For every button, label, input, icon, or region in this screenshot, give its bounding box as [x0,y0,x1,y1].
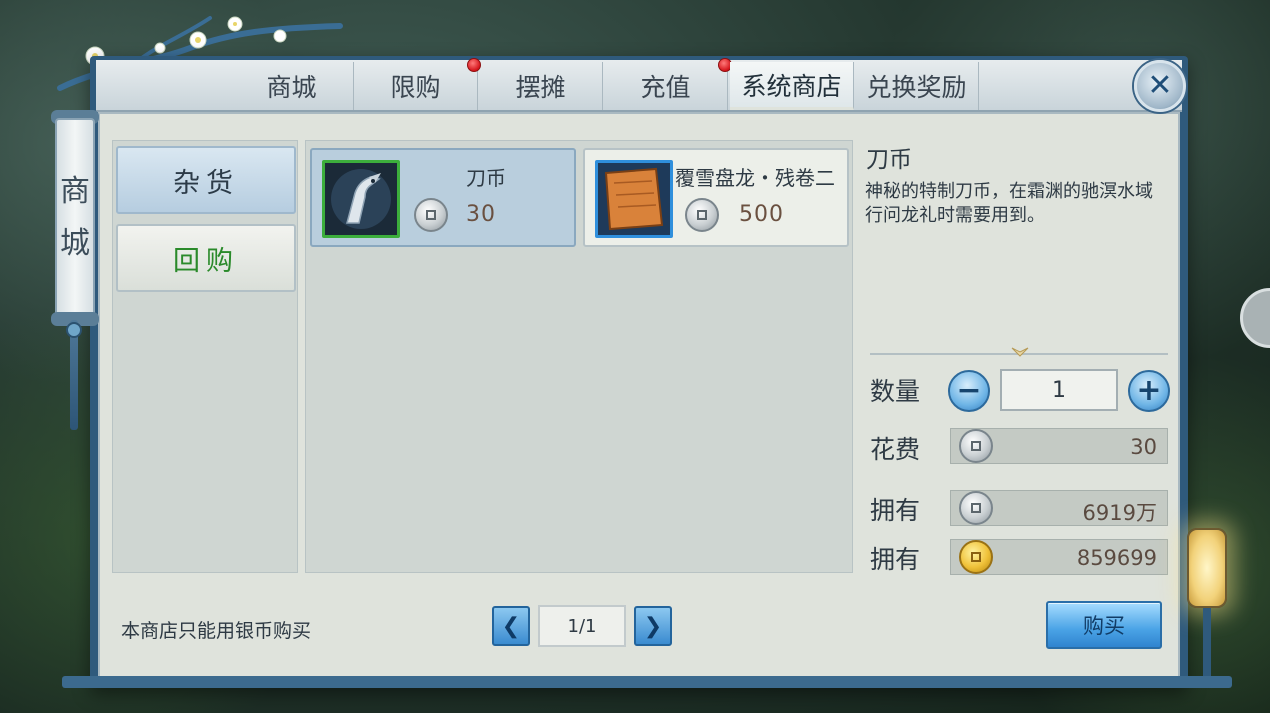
tab-system-shop[interactable]: 系统商店 [730,62,854,110]
silver-coin-icon [959,429,993,463]
close-icon: ✕ [1147,68,1173,103]
tab-mall[interactable]: 商城 [230,62,354,110]
page-indicator: 1/1 [538,605,626,647]
item-name: 覆雪盘龙・残卷二 [675,166,835,190]
item-price: 30 [466,202,496,227]
shop-title-char-1: 商 [60,174,90,209]
item-price: 500 [739,202,784,227]
shop-title-char-2: 城 [60,226,90,261]
silver-coin-icon [685,198,719,232]
lantern-decoration [1187,528,1227,608]
chevron-right-icon: ❯ [643,613,663,639]
gold-coin-icon [959,540,993,574]
quantity-label: 数量 [870,377,921,406]
scroll-bead [66,322,82,338]
shop-scroll-title: 商 城 [55,118,95,318]
next-page-button[interactable]: ❯ [634,606,672,646]
currency-note: 本商店只能用银币购买 [121,620,312,642]
detail-title: 刀币 [866,147,912,173]
chevron-left-icon: ❮ [501,613,521,639]
owned-silver-box: 6919万 [950,490,1168,526]
buy-button[interactable]: 购买 [1046,601,1162,649]
silver-coin-icon [414,198,448,232]
silver-coin-icon [959,491,993,525]
scroll-item-icon [595,160,673,238]
cost-value-box: 30 [950,428,1168,464]
item-name: 刀币 [466,166,506,190]
tab-recharge[interactable]: 充值 [604,62,728,110]
detail-description: 神秘的特制刀币，在霜渊的驰溟水域行问龙礼时需要用到。 [865,181,1153,226]
prev-page-button[interactable]: ❮ [492,606,530,646]
owned-silver-value: 6919万 [1082,501,1157,525]
owned-gold-box: 859699 [950,539,1168,575]
owned-silver-label: 拥有 [870,496,921,525]
category-buyback[interactable]: 回购 [116,224,296,292]
decrease-quantity-button[interactable]: − [948,370,990,412]
item-card-dao-coin[interactable]: 刀币 30 [310,148,576,247]
owned-gold-value: 859699 [1076,546,1157,570]
item-card-dragon-scroll[interactable]: 覆雪盘龙・残卷二 500 [583,148,849,247]
increase-quantity-button[interactable]: + [1128,370,1170,412]
tab-limited[interactable]: 限购 [354,62,478,110]
tab-stall[interactable]: 摆摊 [479,62,603,110]
divider-ornament-icon [1011,347,1029,357]
frame-base-bar [62,676,1232,688]
category-groceries[interactable]: 杂货 [116,146,296,214]
tab-exchange-rewards[interactable]: 兑换奖励 [855,62,979,110]
close-button[interactable]: ✕ [1134,60,1186,112]
minus-icon: − [956,373,982,408]
plus-icon: + [1136,373,1162,408]
quantity-input[interactable] [1000,369,1118,411]
dao-coin-item-icon [322,160,400,238]
cost-value: 30 [1130,435,1157,459]
cost-label: 花费 [870,435,921,464]
owned-gold-label: 拥有 [870,545,921,574]
